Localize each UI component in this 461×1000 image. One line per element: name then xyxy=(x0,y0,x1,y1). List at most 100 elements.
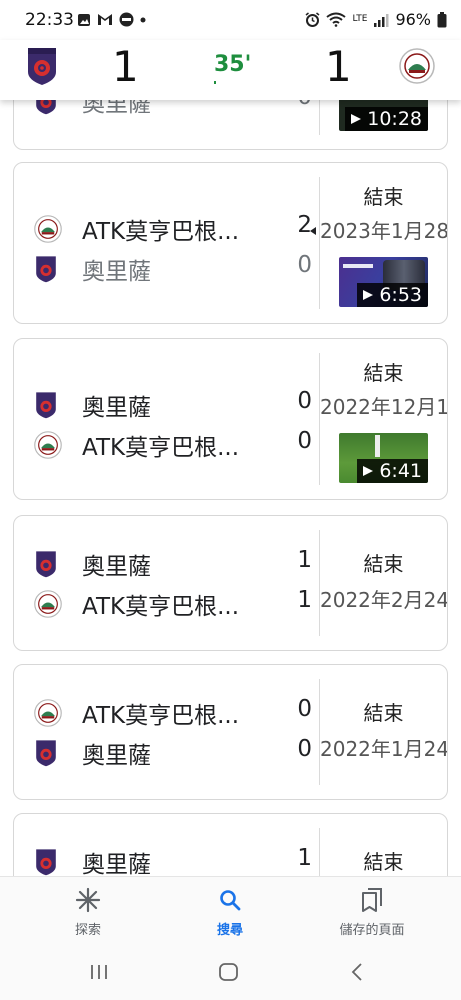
winner-indicator-icon xyxy=(310,227,316,235)
status-right: LTE 96% xyxy=(305,10,447,29)
card-divider xyxy=(319,530,320,636)
odisha-crest-icon xyxy=(28,48,56,85)
live-minute: 35' xyxy=(214,52,252,77)
video-highlight-thumbnail[interactable]: 6:53 xyxy=(339,257,428,307)
team-score: 0 xyxy=(297,736,312,762)
gallery-notification-icon xyxy=(78,13,90,26)
notification-icons xyxy=(77,12,146,27)
play-icon xyxy=(363,290,374,300)
match-date: 2022年2月24 xyxy=(320,588,448,612)
team-name: 奧里薩 xyxy=(82,554,151,580)
odisha-crest-icon xyxy=(36,740,56,767)
match-card[interactable]: 奧里薩 1 ATK莫亨巴根... 1 結束 2022年2月24 xyxy=(13,515,448,651)
nav-label: 探索 xyxy=(74,923,101,938)
video-highlight-thumbnail[interactable]: 6:41 xyxy=(339,433,428,483)
video-duration: 6:53 xyxy=(379,284,422,306)
team-score: 0 xyxy=(297,252,312,278)
team-score: 1 xyxy=(297,845,312,871)
team-score: 0 xyxy=(297,428,312,454)
search-icon xyxy=(220,890,241,911)
thumbnail-caption xyxy=(343,264,373,268)
nav-search[interactable]: 搜尋 xyxy=(160,885,300,938)
more-dot-icon xyxy=(140,17,146,22)
team-row: ATK莫亨巴根... 0 xyxy=(34,695,312,731)
match-date: 2022年1月24 xyxy=(320,737,448,761)
home-button-icon[interactable] xyxy=(218,961,240,983)
video-duration: 10:28 xyxy=(367,108,422,130)
team-row: 奧里薩 1 xyxy=(34,546,312,582)
match-status: 結束 xyxy=(363,185,404,209)
match-history-list[interactable]: 奧里薩 0 10:28 ATK莫亨巴根... 2 奧里薩 0 結束 2023年1… xyxy=(0,0,461,1000)
live-indicator xyxy=(214,81,216,84)
saved-pages-icon xyxy=(362,888,382,912)
status-time: 22:33 xyxy=(25,10,74,30)
video-duration-badge: 6:41 xyxy=(357,459,428,483)
status-bar: 22:33 LTE 96% xyxy=(0,0,461,40)
team-name: ATK莫亨巴根... xyxy=(82,219,240,245)
video-duration-badge: 10:28 xyxy=(345,107,428,131)
atk-mohun-bagan-crest-icon xyxy=(34,431,62,459)
match-status: 結束 xyxy=(363,361,404,385)
nav-label: 搜尋 xyxy=(216,923,243,938)
team-row: 奧里薩 0 xyxy=(34,387,312,423)
team-score: 0 xyxy=(297,388,312,414)
system-navigation-bar xyxy=(0,957,461,1000)
video-duration-badge: 6:53 xyxy=(357,283,428,307)
team-score: 0 xyxy=(297,696,312,722)
team-name: 奧里薩 xyxy=(82,395,151,421)
odisha-crest-icon xyxy=(36,551,56,578)
play-icon xyxy=(363,466,374,476)
gmail-notification-icon xyxy=(98,14,112,25)
team-row: 奧里薩 1 xyxy=(34,844,312,880)
app-notification-icon xyxy=(119,12,134,27)
team-name: ATK莫亨巴根... xyxy=(82,703,240,729)
back-button-icon[interactable] xyxy=(349,961,365,983)
recent-apps-icon[interactable] xyxy=(89,961,109,983)
atk-mohun-bagan-crest-icon xyxy=(34,215,62,243)
nav-saved-pages[interactable]: 儲存的頁面 xyxy=(302,885,442,938)
team-row: ATK莫亨巴根... 1 xyxy=(34,586,312,622)
away-score: 1 xyxy=(325,42,352,91)
team-name: 奧里薩 xyxy=(82,259,151,285)
bottom-navigation: 探索 搜尋 儲存的頁面 xyxy=(0,876,461,1000)
atk-mohun-bagan-crest-icon xyxy=(399,48,435,84)
team-row: ATK莫亨巴根... 0 xyxy=(34,427,312,463)
play-icon xyxy=(351,114,362,124)
team-row: 奧里薩 0 xyxy=(34,735,312,771)
live-score-header[interactable]: 1 35' 1 xyxy=(0,40,461,100)
match-card[interactable]: ATK莫亨巴根... 0 奧里薩 0 結束 2022年1月24 xyxy=(13,664,448,800)
team-name: 奧里薩 xyxy=(82,743,151,769)
atk-mohun-bagan-crest-icon xyxy=(34,590,62,618)
discover-asterisk-icon xyxy=(75,887,101,913)
team-row: 奧里薩 0 xyxy=(34,251,312,287)
team-name: ATK莫亨巴根... xyxy=(82,435,240,461)
nav-label: 儲存的頁面 xyxy=(339,923,405,938)
thumbnail-player xyxy=(375,435,380,457)
team-row: ATK莫亨巴根... 2 xyxy=(34,211,312,247)
nav-discover[interactable]: 探索 xyxy=(18,885,158,938)
alarm-icon xyxy=(306,12,320,27)
team-name: ATK莫亨巴根... xyxy=(82,594,240,620)
match-card[interactable]: 奧里薩 0 ATK莫亨巴根... 0 結束 2022年12月1 6:41 xyxy=(13,338,448,500)
network-type: LTE xyxy=(352,14,368,24)
battery-icon xyxy=(437,11,447,27)
wifi-icon xyxy=(326,12,347,27)
match-status: 結束 xyxy=(363,552,404,576)
match-date: 2023年1月28 xyxy=(320,219,448,243)
match-date: 2022年12月1 xyxy=(320,395,448,419)
odisha-crest-icon xyxy=(36,256,56,283)
match-card[interactable]: ATK莫亨巴根... 2 奧里薩 0 結束 2023年1月28 6:53 xyxy=(13,162,448,324)
match-status: 結束 xyxy=(363,850,404,874)
card-divider xyxy=(319,679,320,785)
battery-percent: 96% xyxy=(395,10,431,29)
odisha-crest-icon xyxy=(36,849,56,876)
team-name: 奧里薩 xyxy=(82,852,151,878)
team-score: 1 xyxy=(297,587,312,613)
match-status: 結束 xyxy=(363,701,404,725)
video-duration: 6:41 xyxy=(379,460,422,482)
atk-mohun-bagan-crest-icon xyxy=(34,699,62,727)
team-score: 1 xyxy=(297,547,312,573)
odisha-crest-icon xyxy=(36,392,56,419)
signal-icon xyxy=(374,13,389,27)
home-score: 1 xyxy=(112,42,139,91)
